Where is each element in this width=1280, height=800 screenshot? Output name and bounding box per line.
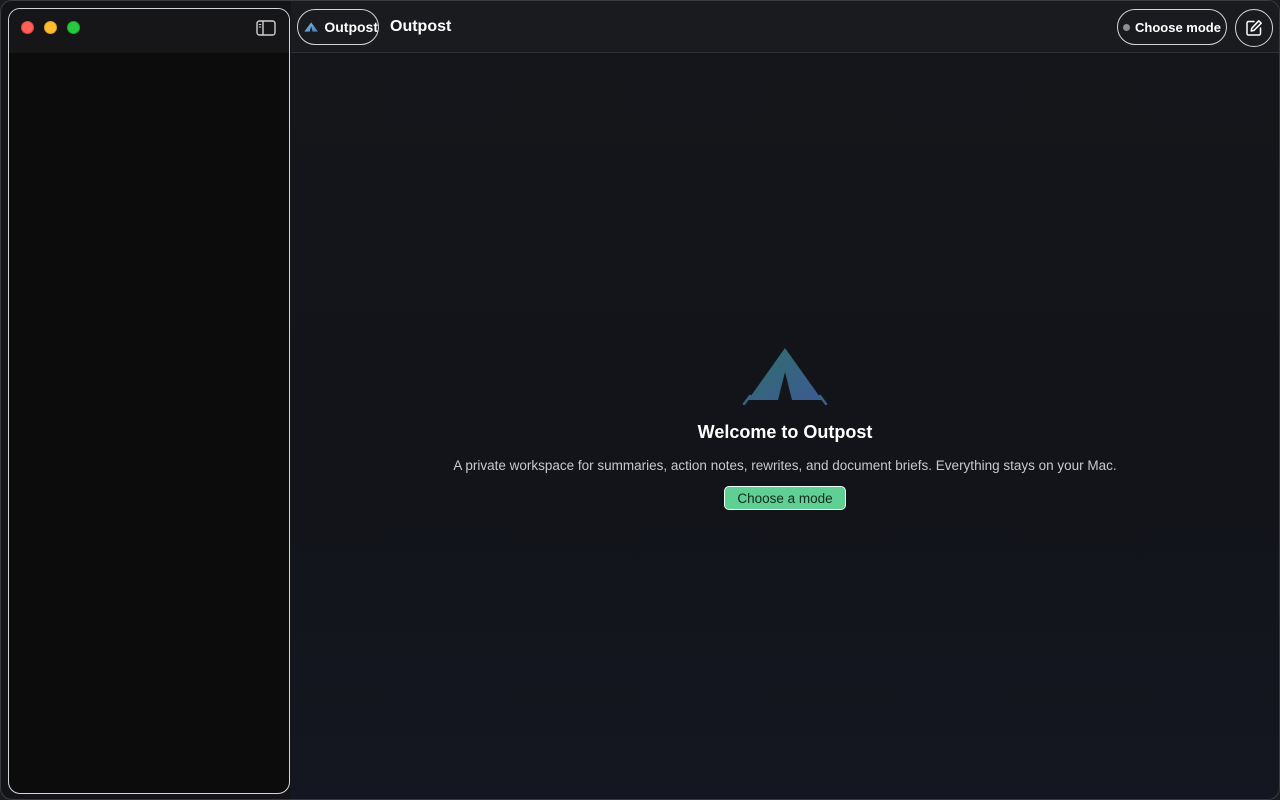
choose-mode-button[interactable]: Choose mode	[1117, 9, 1227, 45]
toolbar: Outpost Outpost Choose mode	[291, 1, 1279, 53]
outpost-tent-logo-icon	[742, 348, 828, 405]
welcome-title: Welcome to Outpost	[697, 422, 873, 442]
sidebar	[8, 8, 290, 794]
app-switcher-button[interactable]: Outpost	[297, 9, 379, 45]
compose-icon	[1246, 20, 1262, 36]
sidebar-toggle-icon	[256, 20, 276, 36]
choose-mode-label: Choose mode	[1135, 19, 1221, 35]
sidebar-titlebar	[9, 9, 289, 53]
welcome-panel: Welcome to Outpost A private workspace f…	[291, 345, 1279, 510]
page-title: Outpost	[390, 18, 452, 35]
window-maximize-button[interactable]	[67, 21, 80, 34]
new-chat-button[interactable]	[1235, 9, 1273, 47]
app-switcher-label: Outpost	[324, 19, 378, 35]
sidebar-toggle-button[interactable]	[255, 19, 277, 37]
outpost-logo-icon	[304, 22, 319, 32]
mode-status-dot	[1123, 23, 1131, 31]
app-window: Outpost Outpost Choose mode Welcome to O…	[0, 0, 1280, 800]
window-close-button[interactable]	[21, 21, 34, 34]
main-area: Outpost Outpost Choose mode Welcome to O…	[291, 1, 1279, 799]
choose-a-mode-button[interactable]: Choose a mode	[724, 486, 846, 510]
window-minimize-button[interactable]	[44, 21, 57, 34]
welcome-subtitle: A private workspace for summaries, actio…	[453, 458, 1117, 473]
